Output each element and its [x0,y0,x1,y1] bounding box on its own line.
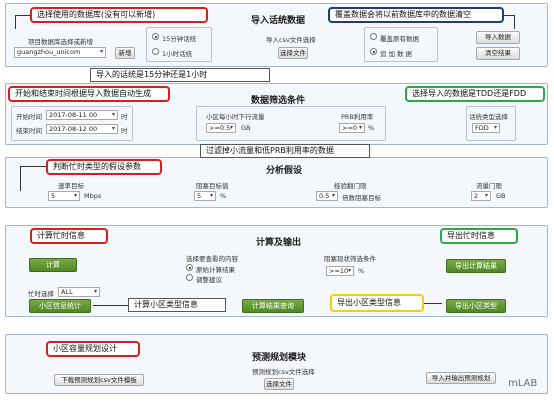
calc-button[interactable]: 计算 [29,258,77,272]
clear-results-button[interactable]: 清空结果 [476,47,520,60]
prb-unit: % [368,124,375,132]
flow-threshold-label: 流量门限 [476,182,502,190]
connector-line [15,15,16,29]
connector-line [514,15,515,29]
busy-select-label: 忙时选择 [28,290,54,298]
connector-line [20,166,21,191]
exp-select[interactable]: 0.5 [316,191,338,201]
radio-append-label: 追加数据 [380,50,414,58]
rate-select[interactable]: 5 [48,191,80,201]
callout-export-busy: 导出忙时信息 [440,228,518,244]
connector-line [15,15,30,16]
block-unit: % [220,192,227,200]
callout-calc-cell-type: 计算小区类型信息 [128,298,226,312]
flow-threshold-unit: GB [496,192,506,200]
db-select-label: 项目数据库选择或新增 [28,38,93,46]
cell-stat-button[interactable]: 小区信息统计 [29,299,91,313]
planning-csv-label: 预测规划csv文件选择 [252,368,315,376]
start-hour-unit: 时 [121,113,128,121]
flow-select[interactable]: >=0.5 [206,123,236,133]
exp-label: 经验翻门限 [334,182,367,190]
import-export-planning-button[interactable]: 导入并输出预测规划 [426,372,496,384]
callout-capacity-planning: 小区容量规划设计 [46,341,140,357]
filter-panel-title: 数据筛选条件 [251,96,306,106]
csv-select-label: 导入csv文件选择 [266,36,316,44]
callout-db-select: 选择使用的数据库(没有可以新增) [30,7,208,23]
new-db-button[interactable]: 新增 [115,47,135,59]
block-filter-select[interactable]: >=10 [326,266,354,276]
assumption-panel-title: 分析假设 [266,166,303,176]
end-time-select[interactable]: 2017-08-12 00 [46,124,118,134]
radio-1h[interactable] [152,48,159,55]
callout-overwrite-warning: 覆盖数据会将以前数据库中的数据清空 [328,7,504,23]
connector-line [504,15,514,16]
exp-desc: 倍数阻塞目标 [342,194,381,202]
radio-adjust-label: 调整建议 [196,276,222,284]
radio-15min-label: 15分钟话统 [162,35,197,43]
end-time-label: 结束时间 [16,127,42,135]
watermark: mLAB [508,378,538,389]
callout-calc-busy: 计算忙时信息 [30,228,108,244]
query-results-button[interactable]: 计算结果查询 [242,299,304,313]
calc-panel-title: 计算及输出 [256,238,302,248]
connector-line [424,303,442,304]
import-panel-title: 导入话统数据 [251,16,306,26]
start-time-label: 开始时间 [16,113,42,121]
callout-filter: 过滤掉小流量和低PRB利用率的数据 [200,144,370,158]
radio-15min[interactable] [152,33,159,40]
start-time-select[interactable]: 2017-08-11 00 [46,110,118,120]
radio-append[interactable] [370,48,377,55]
flow-unit: GB [241,124,251,132]
export-cell-type-button[interactable]: 导出小区类型 [446,299,506,313]
planning-panel-title: 预测规划模块 [252,353,307,363]
radio-cover-label: 覆盖原有数据 [380,35,419,43]
type-label: 话统类型选择 [469,113,508,121]
callout-granularity: 导入的话统是15分钟还是1小时 [90,68,270,82]
callout-busy-params: 判断忙时类型的假设参数 [46,159,162,175]
callout-time-range: 开始和结束时间根据导入数据自动生成 [8,86,170,102]
block-filter-unit: % [358,267,365,275]
radio-original-label: 原始计算结果 [196,266,235,274]
rate-label: 速率目标 [58,182,84,190]
planning-select-file-button[interactable]: 选择文件 [264,378,294,390]
prb-select[interactable]: >=0 [339,123,365,133]
export-calc-button[interactable]: 导出计算结果 [446,259,506,273]
import-data-button[interactable]: 导入数据 [476,31,520,44]
radio-original[interactable] [186,264,193,271]
connector-line [20,166,46,167]
connector-line [93,305,128,306]
prb-label: PRB利用率 [341,113,374,121]
type-select[interactable]: FDD [472,123,500,133]
view-content-label: 选择要查看的内容 [186,255,238,263]
flow-label: 小区每小时下行流量 [206,113,265,121]
busy-select[interactable]: ALL [58,287,100,297]
db-select[interactable]: guangzhou_unicom [14,47,106,58]
callout-tdd-fdd: 选择导入的数据是TDD还是FDD [405,86,545,102]
end-hour-unit: 时 [121,127,128,135]
download-template-button[interactable]: 下载预测规划csv文件模板 [54,374,144,386]
radio-1h-label: 1小时话统 [162,50,193,58]
flow-threshold-select[interactable]: 2 [471,191,491,201]
block-label: 阻塞目标值 [196,182,229,190]
radio-cover[interactable] [370,33,377,40]
callout-export-cell-type: 导出小区类型信息 [330,294,424,312]
select-file-button[interactable]: 选择文件 [278,47,308,59]
radio-adjust[interactable] [186,274,193,281]
block-filter-label: 阻塞现状筛选条件 [324,255,376,263]
block-select[interactable]: 5 [194,191,216,201]
rate-unit: Mbps [84,192,102,200]
